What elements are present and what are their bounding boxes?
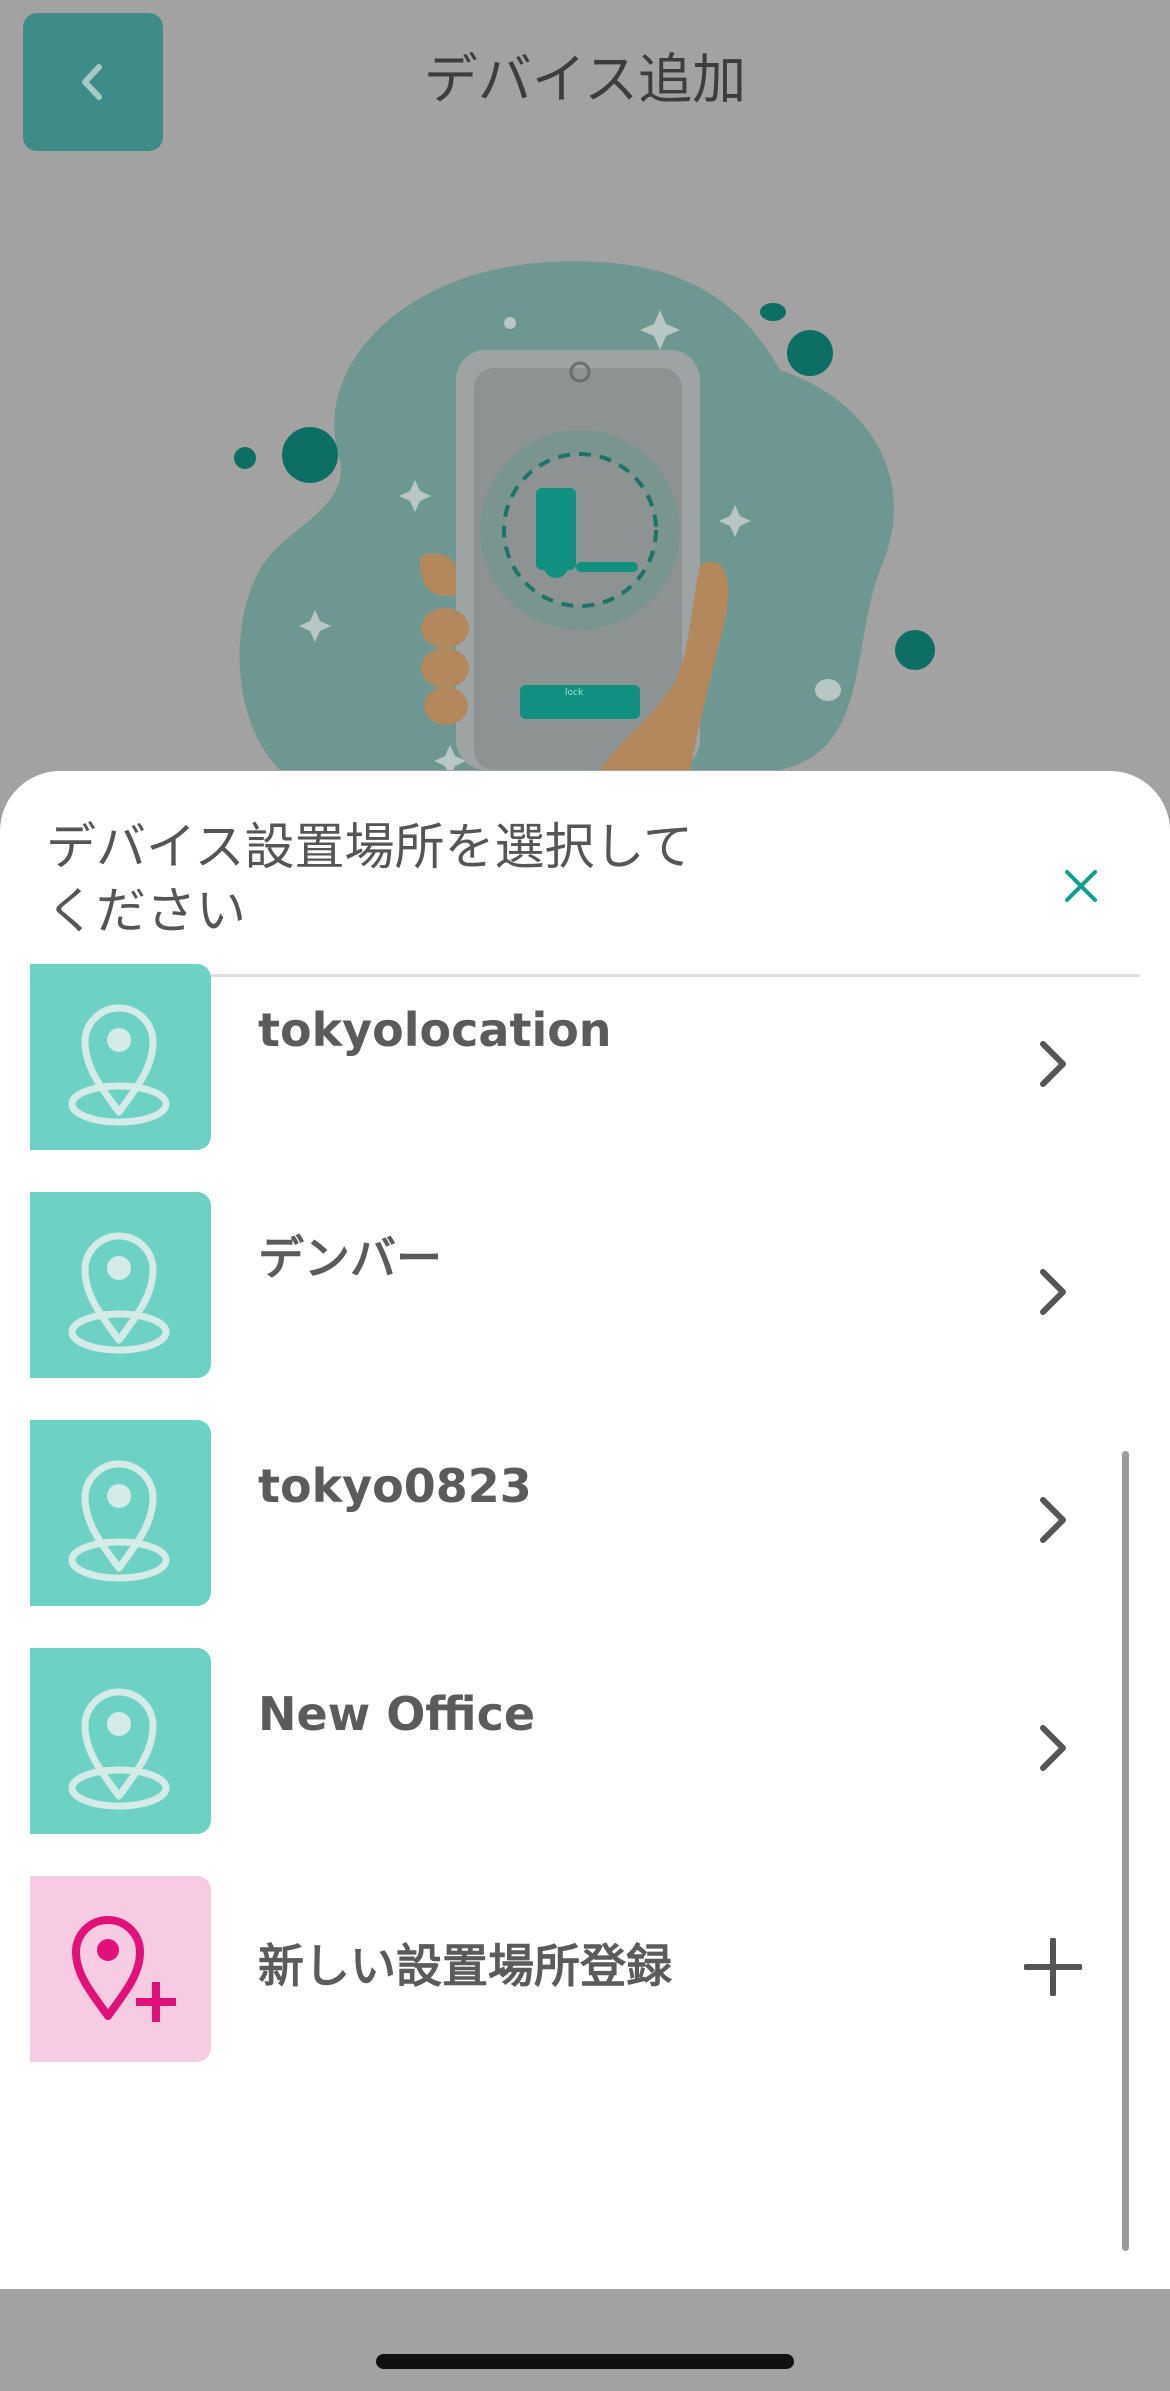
close-button[interactable]	[1050, 855, 1112, 917]
page-title: デバイス追加	[423, 48, 747, 111]
location-pin-icon	[68, 1688, 169, 1810]
scrollbar[interactable]	[1122, 1451, 1129, 2251]
location-pin-icon	[68, 1460, 169, 1582]
header: デバイス追加	[0, 0, 1170, 160]
location-pin-add-icon	[71, 1916, 176, 2022]
location-item[interactable]: New Office	[0, 1648, 1170, 1838]
plus-icon	[1024, 1938, 1082, 1996]
chevron-right-icon	[1040, 1269, 1066, 1315]
location-tile	[30, 1192, 211, 1378]
home-indicator[interactable]	[376, 2354, 794, 2369]
location-name: tokyolocation	[258, 1003, 612, 1057]
add-location-label: 新しい設置場所登録	[258, 1939, 672, 1993]
location-name: New Office	[258, 1687, 536, 1741]
location-pin-icon	[68, 1004, 169, 1126]
chevron-right-icon	[1040, 1041, 1066, 1087]
add-location-item[interactable]: 新しい設置場所登録	[0, 1876, 1170, 2066]
location-item[interactable]: tokyo0823	[0, 1420, 1170, 1610]
add-location-tile	[30, 1876, 211, 2062]
location-tile	[30, 1420, 211, 1606]
phone-in-hand-with-smart-lock-icon: lock	[234, 261, 935, 770]
location-select-sheet: デバイス設置場所を選択して ください tokyolocation デンバー to…	[0, 771, 1170, 2289]
location-tile	[30, 964, 211, 1150]
chevron-right-icon	[1040, 1725, 1066, 1771]
location-name: デンバー	[258, 1231, 442, 1285]
location-tile	[30, 1648, 211, 1834]
phone-button-text: lock	[565, 688, 584, 698]
close-icon	[1065, 870, 1097, 902]
location-name: tokyo0823	[258, 1459, 532, 1513]
sheet-title: デバイス設置場所を選択して ください	[46, 818, 693, 940]
location-item[interactable]: デンバー	[0, 1192, 1170, 1382]
location-item[interactable]: tokyolocation	[0, 964, 1170, 1154]
location-pin-icon	[68, 1232, 169, 1354]
chevron-right-icon	[1040, 1497, 1066, 1543]
